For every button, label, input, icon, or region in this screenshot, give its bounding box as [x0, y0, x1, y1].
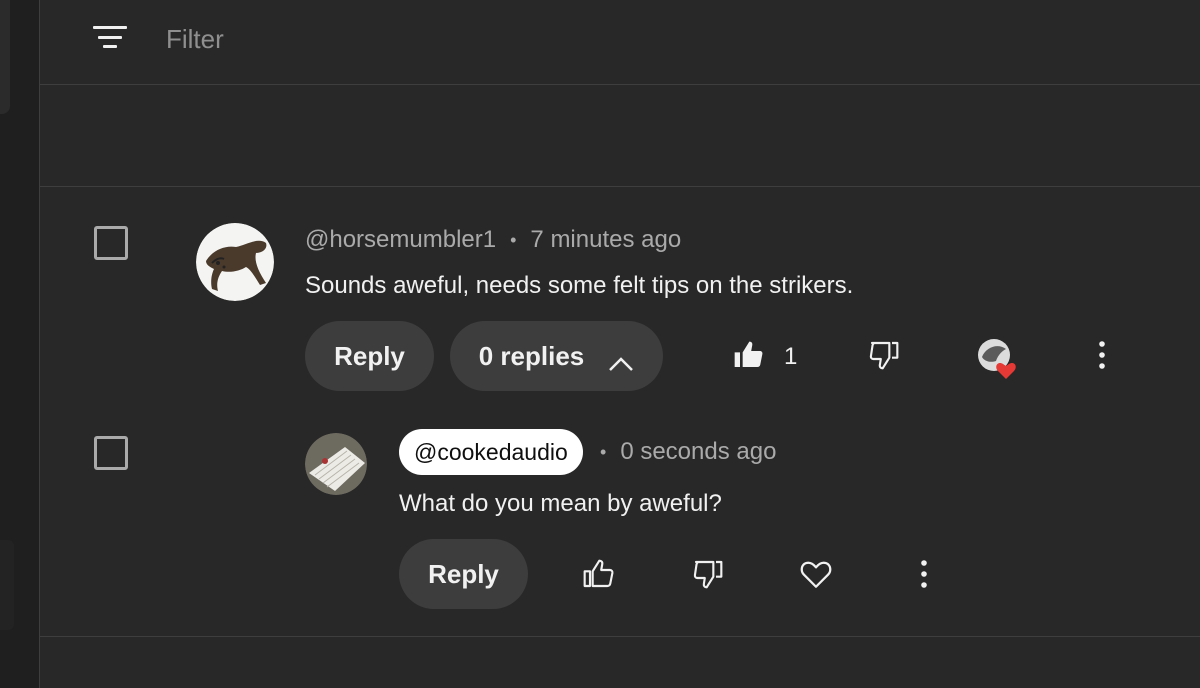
creator-heart-badge[interactable]: [966, 327, 1030, 387]
comment-meta: @horsemumbler1 • 7 minutes ago: [305, 226, 681, 254]
comment-text: Sounds aweful, needs some felt tips on t…: [305, 272, 854, 299]
like-button[interactable]: [720, 327, 776, 383]
dislike-button[interactable]: [680, 546, 736, 602]
more-options-button[interactable]: [1074, 327, 1130, 383]
filter-input[interactable]: Filter: [166, 24, 224, 55]
thumbs-down-icon: [693, 560, 723, 589]
more-vertical-icon: [1099, 341, 1105, 369]
reply-meta: • 0 seconds ago: [586, 438, 776, 466]
rail-scrollbar[interactable]: [0, 0, 10, 114]
filter-bar: Filter: [40, 0, 1200, 85]
reply-time[interactable]: 0 seconds ago: [620, 438, 776, 466]
replies-toggle-button[interactable]: 0 replies: [450, 321, 663, 391]
more-options-button[interactable]: [896, 546, 952, 602]
thumbs-up-filled-icon: [734, 341, 763, 367]
thumbs-down-icon: [869, 341, 899, 370]
dislike-button[interactable]: [856, 327, 912, 383]
reply-select-checkbox[interactable]: [94, 436, 128, 470]
meta-separator: •: [600, 441, 607, 462]
rail-panel: [0, 540, 14, 630]
avatar-horsemumbler1[interactable]: [196, 223, 274, 301]
heart-button[interactable]: [788, 546, 844, 602]
comment-time[interactable]: 7 minutes ago: [530, 226, 681, 254]
heart-outline-icon: [800, 561, 832, 588]
left-rail: [0, 0, 40, 688]
comment-select-checkbox[interactable]: [94, 226, 128, 260]
reply-button[interactable]: Reply: [399, 539, 528, 609]
thumbs-up-icon: [583, 559, 614, 588]
avatar-cookedaudio[interactable]: [305, 433, 367, 495]
filter-icon[interactable]: [92, 24, 128, 54]
like-button[interactable]: [570, 546, 626, 602]
divider: [40, 636, 1200, 637]
replies-count-label: 0 replies: [478, 340, 585, 371]
empty-row: [40, 86, 1200, 187]
author-handle-chip[interactable]: @cookedaudio: [399, 429, 583, 475]
like-count: 1: [784, 343, 798, 370]
more-vertical-icon: [921, 560, 927, 588]
chevron-up-icon: [608, 348, 634, 371]
reply-button[interactable]: Reply: [305, 321, 434, 391]
meta-separator: •: [510, 229, 517, 250]
author-handle[interactable]: @horsemumbler1: [305, 226, 496, 254]
reply-text: What do you mean by aweful?: [399, 490, 722, 517]
